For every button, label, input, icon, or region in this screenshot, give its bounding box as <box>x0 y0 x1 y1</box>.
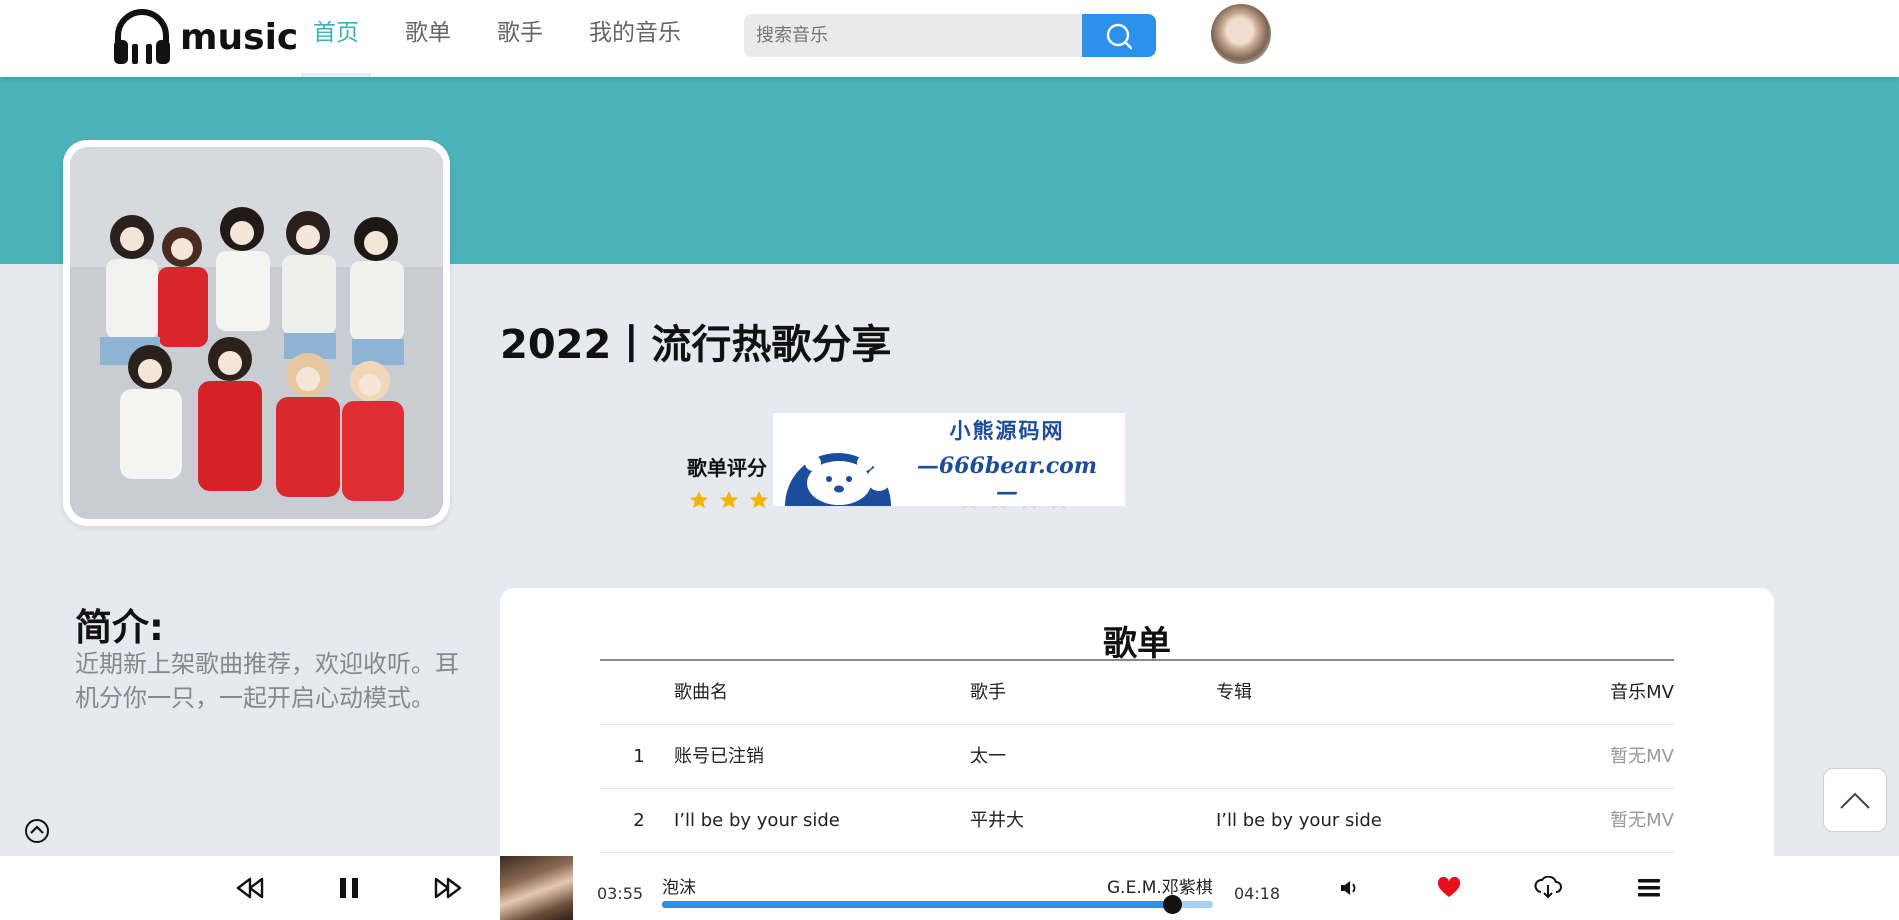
progress-fill <box>662 901 1172 908</box>
playlist-cover <box>63 140 450 526</box>
column-header-mv: 音乐MV <box>1610 682 1674 703</box>
progress-handle[interactable] <box>1162 895 1182 914</box>
watermark-banner: 小熊源码网 —666bear.com— <box>773 413 1125 506</box>
column-header-name: 歌曲名 <box>674 682 728 703</box>
bear-logo-icon <box>785 453 891 506</box>
headphones-icon <box>114 9 170 64</box>
watermark-url: —666bear.com— <box>916 452 1098 505</box>
row-index: 2 <box>633 810 645 831</box>
playlist-menu-icon <box>1638 879 1660 897</box>
nav-singers[interactable]: 歌手 <box>484 0 556 77</box>
prev-icon <box>236 877 264 899</box>
rating-label: 歌单评分 <box>687 456 767 480</box>
nav-my-music[interactable]: 我的音乐 <box>576 0 694 77</box>
playlist-title: 2022丨流行热歌分享 <box>500 322 892 368</box>
column-header-singer: 歌手 <box>970 682 1006 703</box>
playlist-cover-image <box>70 147 443 519</box>
pause-button[interactable] <box>334 873 364 903</box>
progress-bar[interactable] <box>662 895 1213 914</box>
song-mv: 暂无MV <box>1610 746 1674 767</box>
table-header-row: 歌曲名 歌手 专辑 音乐MV <box>600 661 1674 725</box>
main-nav: 首页 歌单 歌手 我的音乐 <box>300 0 714 77</box>
song-mv: 暂无MV <box>1610 810 1674 831</box>
table-row[interactable]: 2 I’ll be by your side 平井大 I’ll be by yo… <box>600 789 1674 853</box>
intro-text: 近期新上架歌曲推荐，欢迎收听。耳机分你一只，一起开启心动模式。 <box>75 650 459 712</box>
search-bar <box>744 14 1156 57</box>
prev-button[interactable] <box>235 873 265 903</box>
row-index: 1 <box>633 746 645 767</box>
song-name[interactable]: 账号已注销 <box>674 725 764 789</box>
player-bar: 03:55 泡沫 G.E.M.邓紫棋 04:18 <box>0 856 1899 920</box>
collapse-player-icon[interactable] <box>24 818 50 844</box>
volume-button[interactable] <box>1335 873 1365 903</box>
like-button[interactable] <box>1434 873 1464 903</box>
next-button[interactable] <box>433 873 463 903</box>
song-name[interactable]: I’ll be by your side <box>674 789 840 853</box>
total-time: 04:18 <box>1234 884 1281 903</box>
top-header: music 首页 歌单 歌手 我的音乐 <box>0 0 1899 77</box>
star-icon[interactable] <box>688 489 710 511</box>
songlist-title: 歌单 <box>1103 624 1171 664</box>
volume-icon <box>1341 881 1356 895</box>
song-album[interactable]: I’ll be by your side <box>1216 789 1382 853</box>
user-avatar[interactable] <box>1211 4 1271 64</box>
song-singer[interactable]: 太一 <box>970 725 1006 789</box>
download-button[interactable] <box>1533 873 1563 903</box>
star-icon[interactable] <box>748 489 770 511</box>
search-button[interactable] <box>1082 14 1156 57</box>
chevron-up-icon <box>1840 792 1870 809</box>
now-playing-artist: G.E.M.邓紫棋 <box>1107 878 1213 898</box>
back-to-top-button[interactable] <box>1823 768 1887 832</box>
now-playing-song: 泡沫 <box>662 878 696 898</box>
cover-photo-illustration <box>70 147 443 519</box>
song-singer[interactable]: 平井大 <box>970 789 1024 853</box>
pause-icon <box>340 878 358 898</box>
search-input[interactable] <box>744 14 1082 57</box>
logo[interactable]: music <box>110 6 298 68</box>
current-time: 03:55 <box>597 884 644 903</box>
intro-title: 简介: <box>75 606 164 649</box>
next-icon <box>434 877 462 899</box>
download-icon <box>1534 876 1562 899</box>
star-icon[interactable] <box>718 489 740 511</box>
search-icon <box>1106 23 1133 49</box>
nav-home[interactable]: 首页 <box>300 0 372 77</box>
watermark-title: 小熊源码网 <box>949 417 1065 443</box>
playlist-menu-button[interactable] <box>1634 873 1664 903</box>
logo-text: music <box>180 16 299 58</box>
table-row[interactable]: 1 账号已注销 太一 暂无MV <box>600 725 1674 789</box>
nav-playlists[interactable]: 歌单 <box>392 0 464 77</box>
heart-icon <box>1437 877 1461 897</box>
now-playing-cover[interactable] <box>500 856 573 920</box>
column-header-album: 专辑 <box>1216 682 1252 703</box>
